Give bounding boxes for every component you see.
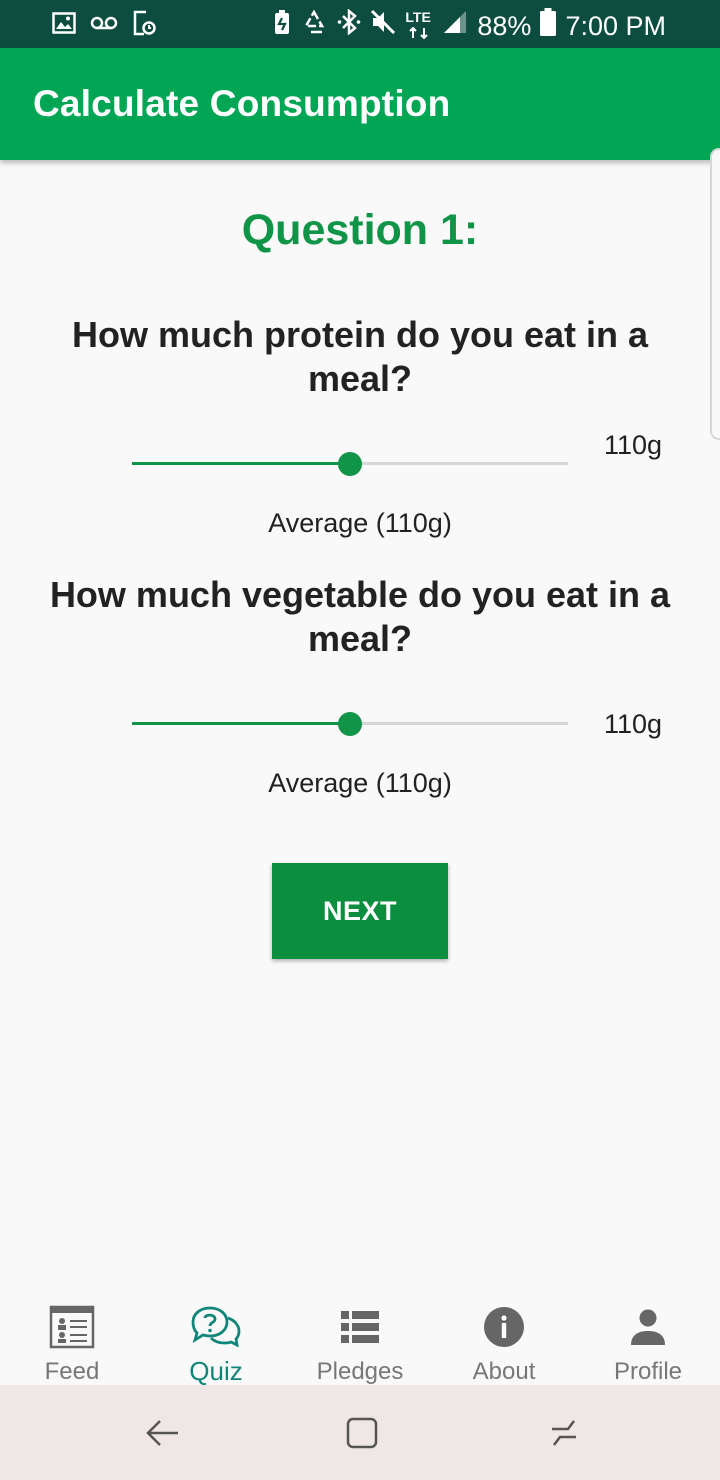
clock: 7:00 PM xyxy=(565,10,666,41)
nav-label-pledges: Pledges xyxy=(316,1358,404,1385)
image-icon xyxy=(52,12,76,39)
slider-thumb[interactable] xyxy=(338,452,362,476)
back-icon[interactable] xyxy=(138,1409,186,1457)
protein-slider[interactable] xyxy=(132,449,568,479)
nav-label-profile: Profile xyxy=(613,1358,683,1385)
battery-icon xyxy=(540,8,557,43)
app-bar: Calculate Consumption xyxy=(0,48,720,160)
lte-icon: LTE xyxy=(405,8,433,41)
slider-thumb[interactable] xyxy=(338,712,362,736)
question-number-title: Question 1: xyxy=(241,206,479,254)
voicemail-icon xyxy=(90,15,118,36)
status-bar: LTE 88% 7:00 PM xyxy=(0,0,720,48)
recents-icon[interactable] xyxy=(540,1409,588,1457)
edge-panel-handle[interactable] xyxy=(710,148,720,440)
nav-label-feed: Feed xyxy=(44,1358,100,1385)
list-icon xyxy=(288,1304,432,1350)
mute-icon xyxy=(370,9,396,42)
screen-recording-icon xyxy=(132,10,156,41)
lte-label: LTE xyxy=(405,8,431,25)
app-title: Calculate Consumption xyxy=(33,83,451,124)
bluetooth-icon xyxy=(337,8,361,42)
protein-value: 110g xyxy=(603,430,662,460)
vegetable-value: 110g xyxy=(603,709,662,739)
nav-item-about[interactable]: About xyxy=(432,1290,576,1385)
system-navigation-bar xyxy=(0,1385,720,1480)
slider-fill xyxy=(132,462,350,465)
feed-icon xyxy=(0,1304,144,1350)
nav-label-quiz: Quiz xyxy=(189,1356,243,1386)
info-icon xyxy=(432,1304,576,1350)
next-button[interactable]: NEXT xyxy=(272,863,448,959)
slider-fill xyxy=(132,722,350,725)
person-icon xyxy=(576,1304,720,1350)
bottom-navigation: Feed Quiz Pledges About Profile xyxy=(0,1290,720,1386)
nav-item-quiz[interactable]: Quiz xyxy=(144,1290,288,1386)
battery-percent: 88% xyxy=(477,10,532,41)
battery-saver-icon xyxy=(273,9,291,42)
nav-item-pledges[interactable]: Pledges xyxy=(288,1290,432,1385)
vegetable-slider[interactable] xyxy=(132,709,568,739)
recycle-icon xyxy=(300,9,328,42)
nav-label-about: About xyxy=(472,1358,536,1385)
vegetable-caption: Average (110g) xyxy=(268,768,452,798)
vegetable-question: How much vegetable do you eat in a meal? xyxy=(49,574,671,659)
signal-icon xyxy=(442,9,468,42)
nav-item-feed[interactable]: Feed xyxy=(0,1290,144,1385)
nav-item-profile[interactable]: Profile xyxy=(576,1290,720,1385)
protein-caption: Average (110g) xyxy=(268,508,452,538)
protein-question: How much protein do you eat in a meal? xyxy=(71,314,649,399)
home-icon[interactable] xyxy=(338,1409,386,1457)
quiz-icon xyxy=(144,1304,288,1350)
